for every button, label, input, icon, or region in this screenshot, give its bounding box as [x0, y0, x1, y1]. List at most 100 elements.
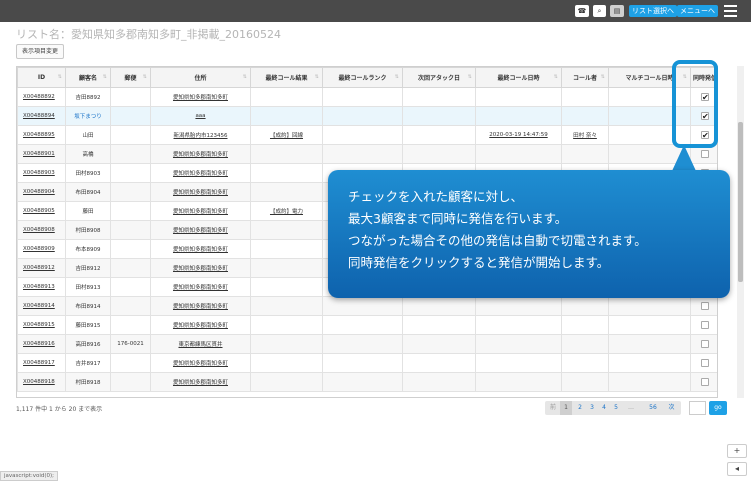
cell-id[interactable]: X00488915	[17, 315, 66, 335]
table-row[interactable]: X00488895 山田 新潟県胎内市123456 【成約】回線 2020-03-19 …	[17, 125, 717, 145]
table-row[interactable]: X00488901 高橋 愛知県知多郡南知多町	[17, 144, 717, 164]
cell-next	[402, 315, 476, 335]
cell-result[interactable]: 【成約】回線	[250, 125, 323, 145]
table-row[interactable]: X00488915 藤田8915 愛知県知多郡南知多町	[17, 315, 717, 335]
vertical-scrollbar[interactable]	[737, 66, 744, 398]
cell-multi	[608, 372, 691, 392]
table-row[interactable]: X00488918 村田8918 愛知県知多郡南知多町	[17, 372, 717, 392]
sort-icon[interactable]: ⇅	[468, 74, 472, 80]
page-2[interactable]: 2	[575, 401, 585, 415]
cell-addr[interactable]: 愛知県知多郡南知多町	[150, 258, 251, 278]
column-header[interactable]: 次回アタック日 ⇅	[402, 67, 476, 88]
cell-name: 山田	[65, 125, 111, 145]
page-next[interactable]: 次	[666, 401, 677, 415]
cell-addr[interactable]: 愛知県知多郡南知多町	[150, 239, 251, 259]
cell-id[interactable]: X00488895	[17, 125, 66, 145]
column-header[interactable]: 住所 ⇅	[150, 67, 251, 88]
page-last[interactable]: 56	[646, 401, 660, 415]
simultaneous-call-checkbox[interactable]	[701, 378, 709, 386]
sort-icon[interactable]: ⇅	[601, 74, 605, 80]
cell-addr[interactable]: 愛知県知多郡南知多町	[150, 277, 251, 297]
cell-id[interactable]: X00488905	[17, 201, 66, 221]
table-row[interactable]: X00488894 坂下まつり aaa ✔	[17, 106, 717, 126]
simultaneous-call-checkbox[interactable]	[701, 302, 709, 310]
cell-id[interactable]: X00488901	[17, 144, 66, 164]
sort-icon[interactable]: ⇅	[243, 74, 247, 80]
cell-id[interactable]: X00488892	[17, 87, 66, 107]
cell-addr[interactable]: 東京都練馬区貫井	[150, 334, 251, 354]
phone-icon[interactable]: ☎	[575, 5, 589, 17]
cell-result	[250, 372, 323, 392]
cell-id[interactable]: X00488904	[17, 182, 66, 202]
cell-addr[interactable]: 愛知県知多郡南知多町	[150, 201, 251, 221]
page-number-input[interactable]	[689, 401, 706, 415]
cell-addr[interactable]: 愛知県知多郡南知多町	[150, 296, 251, 316]
page-3[interactable]: 3	[587, 401, 597, 415]
scroll-thumb[interactable]	[738, 122, 743, 282]
sort-icon[interactable]: ⇅	[554, 74, 558, 80]
simultaneous-call-checkbox[interactable]	[701, 150, 709, 158]
search-icon[interactable]: ⌕	[593, 5, 606, 17]
cell-next	[402, 372, 476, 392]
column-header-label: 住所	[194, 75, 207, 82]
cell-id[interactable]: X00488913	[17, 277, 66, 297]
cell-last-time	[475, 87, 562, 107]
cell-caller[interactable]: 田村 奈々	[561, 125, 609, 145]
hamburger-icon[interactable]	[724, 5, 737, 17]
id-card-icon[interactable]: ▤	[610, 5, 624, 17]
cell-addr[interactable]: 愛知県知多郡南知多町	[150, 87, 251, 107]
sort-icon[interactable]: ⇅	[315, 74, 319, 80]
collapse-left-button[interactable]: ◂	[727, 462, 747, 476]
table-row[interactable]: X00488917 吉井8917 愛知県知多郡南知多町	[17, 353, 717, 373]
simultaneous-call-checkbox[interactable]	[701, 321, 709, 329]
list-select-button[interactable]: リスト選択へ	[629, 5, 677, 17]
column-header[interactable]: ID ⇅	[17, 67, 66, 88]
sort-icon[interactable]: ⇅	[395, 74, 399, 80]
page-1[interactable]: 1	[560, 401, 572, 415]
column-header[interactable]: 郵便 ⇅	[110, 67, 151, 88]
cell-addr[interactable]: 愛知県知多郡南知多町	[150, 182, 251, 202]
cell-addr[interactable]: 愛知県知多郡南知多町	[150, 144, 251, 164]
cell-addr[interactable]: 愛知県知多郡南知多町	[150, 372, 251, 392]
page-5[interactable]: 5	[611, 401, 621, 415]
cell-name: 布田8914	[65, 296, 111, 316]
cell-next	[402, 87, 476, 107]
table-row[interactable]: X00488916 高田8916 176-0021 東京都練馬区貫井	[17, 334, 717, 354]
cell-id[interactable]: X00488903	[17, 163, 66, 183]
column-header[interactable]: 最終コール結果 ⇅	[250, 67, 323, 88]
add-button[interactable]: +	[727, 444, 747, 458]
sort-icon[interactable]: ⇅	[103, 74, 107, 80]
cell-id[interactable]: X00488914	[17, 296, 66, 316]
cell-id[interactable]: X00488912	[17, 258, 66, 278]
table-row[interactable]: X00488892 吉田8892 愛知県知多郡南知多町 ✔	[17, 87, 717, 107]
cell-id[interactable]: X00488909	[17, 239, 66, 259]
cell-result[interactable]: 【成約】電力	[250, 201, 323, 221]
cell-id[interactable]: X00488918	[17, 372, 66, 392]
menu-button[interactable]: メニューへ	[677, 5, 718, 17]
column-header[interactable]: 顧客名 ⇅	[65, 67, 111, 88]
sort-icon[interactable]: ⇅	[58, 74, 62, 80]
sort-icon[interactable]: ⇅	[143, 74, 147, 80]
cell-addr[interactable]: 愛知県知多郡南知多町	[150, 315, 251, 335]
table-row[interactable]: X00488914 布田8914 愛知県知多郡南知多町	[17, 296, 717, 316]
cell-id[interactable]: X00488916	[17, 334, 66, 354]
page-prev[interactable]: 前	[548, 401, 558, 415]
column-header[interactable]: 最終コールランク ⇅	[322, 67, 403, 88]
cell-addr[interactable]: 愛知県知多郡南知多町	[150, 353, 251, 373]
page-4[interactable]: 4	[599, 401, 609, 415]
cell-last-time[interactable]: 2020-03-19 14:47:59	[475, 125, 562, 145]
cell-addr[interactable]: 愛知県知多郡南知多町	[150, 220, 251, 240]
simultaneous-call-checkbox[interactable]	[701, 359, 709, 367]
simultaneous-call-checkbox[interactable]	[701, 340, 709, 348]
column-toggle-button[interactable]: 表示項目変更	[16, 44, 65, 59]
column-header[interactable]: 最終コール日時 ⇅	[475, 67, 562, 88]
cell-id[interactable]: X00488894	[17, 106, 66, 126]
column-header-label: ID	[37, 74, 46, 81]
go-button[interactable]: go	[709, 401, 727, 415]
cell-addr[interactable]: 新潟県胎内市123456	[150, 125, 251, 145]
cell-addr[interactable]: aaa	[150, 106, 251, 126]
cell-id[interactable]: X00488917	[17, 353, 66, 373]
cell-addr[interactable]: 愛知県知多郡南知多町	[150, 163, 251, 183]
cell-id[interactable]: X00488908	[17, 220, 66, 240]
column-header[interactable]: コール者 ⇅	[561, 67, 609, 88]
